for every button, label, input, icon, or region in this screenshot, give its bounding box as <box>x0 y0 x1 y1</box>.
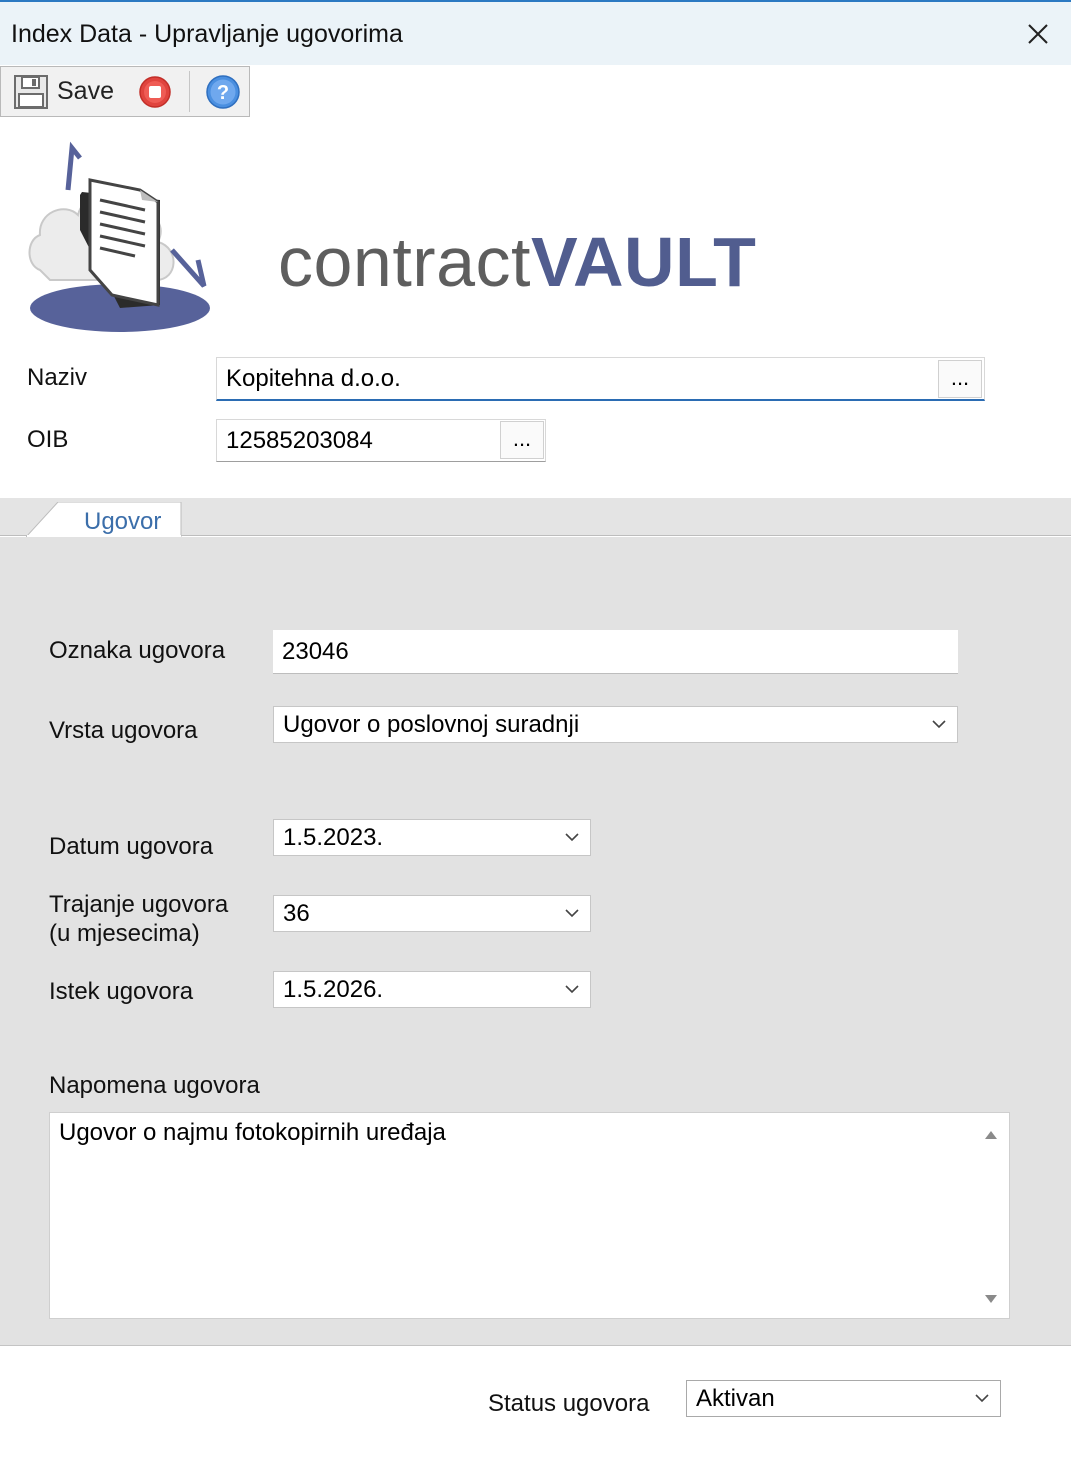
contractvault-logo-icon <box>28 141 210 332</box>
title-bar: Index Data - Upravljanje ugovorima <box>0 0 1071 65</box>
stop-icon <box>139 75 171 108</box>
oib-label: OIB <box>27 426 69 453</box>
save-button[interactable]: Save <box>13 67 125 116</box>
help-icon: ? <box>206 74 240 109</box>
chevron-down-icon[interactable] <box>964 1381 1000 1416</box>
vrsta-value: Ugovor o poslovnoj suradnji <box>283 710 580 738</box>
napomena-label: Napomena ugovora <box>49 1072 260 1099</box>
scroll-down-icon[interactable] <box>985 1295 997 1303</box>
istek-label: Istek ugovora <box>49 978 194 1005</box>
status-dropdown[interactable]: Aktivan <box>686 1380 1001 1417</box>
chevron-down-icon[interactable] <box>554 820 590 855</box>
tab-ugovor[interactable]: Ugovor <box>26 502 182 537</box>
istek-value: 1.5.2026. <box>283 975 384 1003</box>
panel-divider <box>0 1345 1071 1346</box>
chevron-down-icon[interactable] <box>921 707 957 742</box>
save-label: Save <box>57 77 114 105</box>
naziv-field[interactable]: Kopitehna d.o.o. <box>216 357 985 401</box>
naziv-browse-button[interactable]: ... <box>938 360 982 398</box>
stop-button[interactable] <box>136 67 174 116</box>
status-value: Aktivan <box>696 1384 775 1412</box>
oib-value: 12585203084 <box>226 426 373 454</box>
trajanje-label-line2: (u mjesecima) <box>49 920 200 947</box>
naziv-value: Kopitehna d.o.o. <box>226 364 401 392</box>
vrsta-dropdown[interactable]: Ugovor o poslovnoj suradnji <box>273 706 958 743</box>
oib-browse-label: ... <box>512 426 532 451</box>
trajanje-dropdown[interactable]: 36 <box>273 895 591 932</box>
napomena-value: Ugovor o najmu fotokopirnih uređaja <box>59 1119 446 1146</box>
chevron-down-icon[interactable] <box>554 972 590 1007</box>
naziv-label: Naziv <box>27 364 88 391</box>
oib-browse-button[interactable]: ... <box>500 421 544 459</box>
napomena-textarea[interactable]: Ugovor o najmu fotokopirnih uređaja <box>49 1112 1010 1319</box>
oznaka-label: Oznaka ugovora <box>49 637 226 664</box>
napomena-scrollbar[interactable] <box>971 1113 1009 1318</box>
oib-field[interactable]: 12585203084 <box>216 419 546 462</box>
tab-ugovor-label: Ugovor <box>84 508 162 535</box>
toolbar: Save ? <box>0 66 250 117</box>
scroll-up-icon[interactable] <box>985 1131 997 1139</box>
brand-contract: contract <box>278 223 531 301</box>
istek-dropdown[interactable]: 1.5.2026. <box>273 971 591 1008</box>
datum-value: 1.5.2023. <box>283 823 384 851</box>
svg-text:?: ? <box>217 82 229 104</box>
trajanje-label: Trajanje ugovora (u mjesecima) <box>49 890 228 948</box>
window-title: Index Data - Upravljanje ugovorima <box>11 20 403 48</box>
naziv-browse-label: ... <box>950 365 970 390</box>
toolbar-separator <box>189 71 190 112</box>
vrsta-label: Vrsta ugovora <box>49 717 198 744</box>
trajanje-label-line1: Trajanje ugovora <box>49 891 229 918</box>
trajanje-value: 36 <box>283 899 310 927</box>
datum-label: Datum ugovora <box>49 833 214 860</box>
floppy-disk-icon <box>14 74 48 109</box>
chevron-down-icon[interactable] <box>554 896 590 931</box>
brand-vault: VAULT <box>531 223 757 301</box>
datum-dropdown[interactable]: 1.5.2023. <box>273 819 591 856</box>
help-button[interactable]: ? <box>203 67 243 116</box>
oznaka-value: 23046 <box>282 637 349 665</box>
close-icon[interactable] <box>1022 18 1054 50</box>
brand-wordmark: contractVAULT <box>278 222 756 302</box>
status-label: Status ugovora <box>488 1390 650 1417</box>
oznaka-field[interactable]: 23046 <box>273 630 958 674</box>
